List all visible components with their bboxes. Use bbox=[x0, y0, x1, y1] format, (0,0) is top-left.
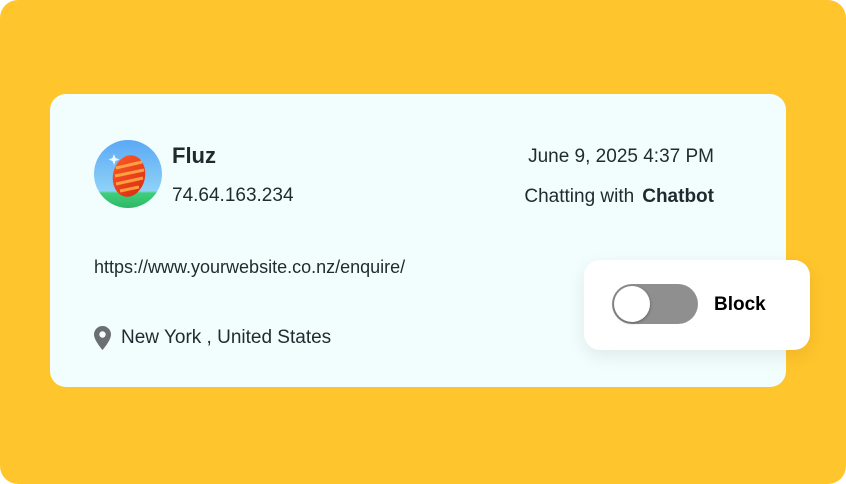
visitor-ip: 74.64.163.234 bbox=[172, 185, 294, 206]
block-label: Block bbox=[714, 294, 766, 315]
chatting-with: Chatting with Chatbot bbox=[524, 186, 714, 208]
page-background: Fluz 74.64.163.234 June 9, 2025 4:37 PM … bbox=[0, 0, 846, 484]
chatting-agent-name: Chatbot bbox=[642, 186, 714, 207]
location-text: New York , United States bbox=[121, 327, 332, 348]
visitor-name: Fluz bbox=[172, 143, 216, 168]
easter-egg-avatar-icon bbox=[94, 140, 162, 208]
visitor-avatar bbox=[94, 140, 162, 208]
block-panel: Block bbox=[584, 260, 810, 350]
map-pin-icon bbox=[94, 326, 111, 350]
chatting-prefix: Chatting with bbox=[524, 186, 635, 207]
block-toggle[interactable] bbox=[612, 284, 698, 324]
visitor-location: New York , United States bbox=[94, 326, 331, 350]
visit-datetime: June 9, 2025 4:37 PM bbox=[528, 146, 714, 167]
toggle-knob[interactable] bbox=[614, 286, 650, 322]
visitor-page-url: https://www.yourwebsite.co.nz/enquire/ bbox=[94, 257, 406, 277]
